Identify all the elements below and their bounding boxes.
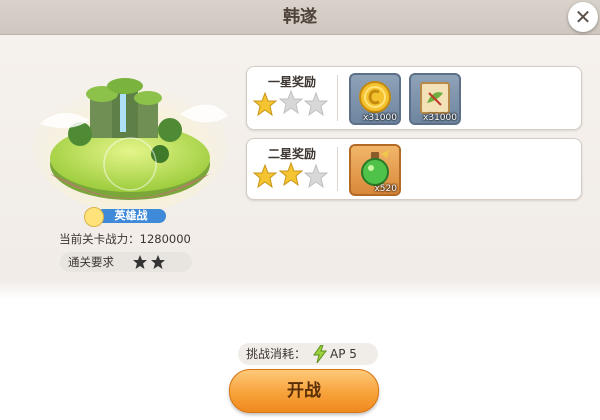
tier-label: 二星奖励 (267, 147, 316, 161)
close-icon: ✕ (574, 5, 592, 29)
pass-requirement: 通关要求 (60, 252, 192, 272)
item-quantity: x31000 (363, 113, 397, 123)
pass-requirement-label: 通关要求 (68, 255, 114, 269)
battle-mode-badge: 英雄战 (84, 207, 168, 227)
start-battle-button[interactable]: 开战 (229, 369, 379, 413)
stage-dialog: 韩遂 ✕ 英雄战 当前关卡战力：1280000 通关要求 一星奖励 x31000… (0, 0, 600, 420)
item-quantity: x31000 (423, 113, 457, 123)
power-label: 当前关卡战力： (59, 232, 140, 246)
divider (337, 75, 338, 121)
star-empty-icon (278, 89, 304, 115)
star-icon (133, 255, 147, 269)
reward-item-green-potion[interactable]: x520 (349, 144, 401, 196)
tier-stars (252, 161, 329, 189)
stage-island-illustration (32, 76, 228, 212)
star-empty-icon (303, 91, 329, 117)
lightning-icon (313, 345, 327, 363)
title-bar: 韩遂 (0, 0, 600, 35)
tier-label: 一星奖励 (267, 75, 316, 89)
star-empty-icon (303, 163, 329, 189)
pass-requirement-stars (133, 255, 165, 269)
power-value: 1280000 (139, 232, 191, 246)
item-quantity: x520 (374, 184, 397, 194)
reward-card-one-star: 一星奖励 x31000 x31000 (246, 66, 582, 130)
star-icon (151, 255, 165, 269)
stage-power: 当前关卡战力：1280000 (40, 230, 210, 248)
reward-item-scroll[interactable]: x31000 (409, 73, 461, 125)
challenge-cost: 挑战消耗： AP 5 (238, 343, 378, 365)
start-battle-label: 开战 (287, 381, 321, 401)
cost-label: 挑战消耗： (246, 347, 307, 361)
divider (337, 147, 338, 191)
tier-stars (252, 89, 329, 117)
close-button[interactable]: ✕ (568, 2, 598, 32)
cost-value: AP 5 (330, 347, 357, 361)
star-icon (252, 91, 278, 117)
reward-card-two-star: 二星奖励 x520 (246, 138, 582, 200)
reward-item-gold-coin[interactable]: x31000 (349, 73, 401, 125)
battle-mode-label: 英雄战 (114, 209, 148, 222)
stage-title: 韩遂 (283, 7, 317, 27)
star-icon (278, 161, 304, 187)
star-icon (252, 163, 278, 189)
